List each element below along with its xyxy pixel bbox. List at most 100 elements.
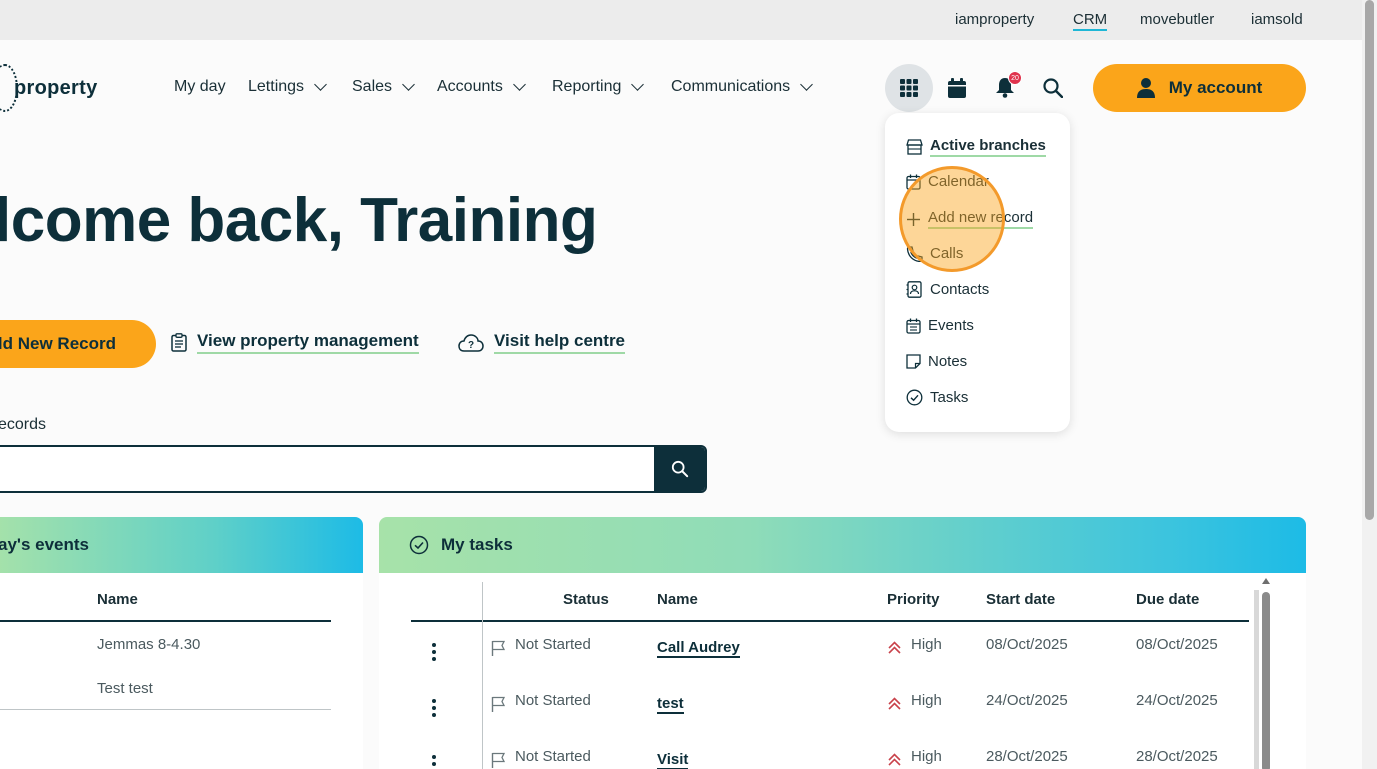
- flag-icon: [491, 696, 506, 712]
- menu-item-label: Contacts: [930, 281, 990, 298]
- menu-item-label: Notes: [928, 353, 968, 370]
- flag-icon: [491, 752, 506, 768]
- nav-my-day[interactable]: My day: [174, 78, 226, 96]
- menu-item-contacts[interactable]: Contacts: [906, 281, 989, 298]
- add-new-record-button[interactable]: ld New Record: [0, 320, 156, 368]
- search-icon: [1043, 78, 1063, 98]
- priority-high-icon: [888, 753, 901, 766]
- nav-label: Sales: [352, 78, 393, 95]
- nav-reporting[interactable]: Reporting: [552, 78, 645, 96]
- search-submit-button[interactable]: [654, 447, 705, 491]
- menu-item-notes[interactable]: Notes: [906, 353, 967, 370]
- chevron-down-icon: [512, 78, 526, 91]
- search-records-label: ecords: [0, 416, 47, 433]
- events-table-bottom-divider: [0, 709, 331, 710]
- tasks-priority-header[interactable]: Priority: [887, 591, 940, 608]
- calendar-icon: [948, 78, 966, 98]
- page-scrollbar[interactable]: [1362, 0, 1377, 769]
- apps-dropdown-menu: [885, 113, 1070, 432]
- nav-accounts[interactable]: Accounts: [437, 78, 526, 96]
- task-due-date: 08/Oct/2025: [1136, 636, 1218, 653]
- priority-high-icon: [888, 641, 901, 654]
- branch-store-icon: [906, 139, 923, 155]
- nav-lettings[interactable]: Lettings: [248, 78, 327, 96]
- search-icon: [671, 460, 688, 478]
- row-actions-menu-icon[interactable]: [432, 643, 436, 664]
- nav-label: Lettings: [248, 78, 305, 95]
- menu-item-events[interactable]: Events: [906, 317, 974, 334]
- scrollbar-thumb[interactable]: [1365, 0, 1374, 520]
- menu-item-label: Active branches: [930, 137, 1046, 157]
- tasks-header-divider: [411, 620, 1249, 622]
- logo[interactable]: property: [0, 64, 98, 112]
- nav-sales[interactable]: Sales: [352, 78, 415, 96]
- task-name-link[interactable]: Visit: [657, 752, 689, 769]
- menu-item-label: Tasks: [930, 389, 969, 406]
- task-name-link[interactable]: test: [657, 696, 684, 714]
- events-panel-title: ay's events: [0, 535, 89, 554]
- menu-item-active-branches[interactable]: Active branches: [906, 137, 1046, 157]
- page-title: lcome back, Training: [0, 186, 598, 255]
- tasks-panel-title: My tasks: [441, 535, 513, 554]
- check-circle-icon: [906, 389, 923, 406]
- menu-item-label: Events: [928, 317, 974, 334]
- task-status: Not Started: [515, 748, 591, 765]
- events-name-header[interactable]: Name: [97, 591, 138, 608]
- svg-text:?: ?: [468, 340, 474, 351]
- task-due-date: 24/Oct/2025: [1136, 692, 1218, 709]
- task-name-link[interactable]: Call Audrey: [657, 640, 740, 658]
- add-new-record-label: ld New Record: [0, 334, 116, 353]
- event-row[interactable]: Jemmas 8-4.30: [97, 636, 200, 653]
- task-start-date: 24/Oct/2025: [986, 692, 1068, 709]
- visit-help-centre-link[interactable]: ? Visit help centre: [458, 331, 626, 354]
- tasks-name-header[interactable]: Name: [657, 591, 698, 608]
- events-calendar-icon: [906, 318, 921, 334]
- view-property-management-label: View property management: [197, 331, 419, 354]
- scroll-up-arrow-icon[interactable]: [1261, 577, 1271, 585]
- tasks-column-divider: [482, 582, 483, 769]
- event-row[interactable]: Test test: [97, 680, 153, 697]
- product-link-crm[interactable]: CRM: [1073, 11, 1108, 31]
- tasks-start-date-header[interactable]: Start date: [986, 591, 1055, 608]
- row-actions-menu-icon[interactable]: [432, 755, 436, 769]
- notification-badge: 20: [1008, 71, 1022, 85]
- task-priority: High: [911, 692, 942, 709]
- search-button[interactable]: [1029, 64, 1077, 112]
- user-icon: [1136, 78, 1155, 98]
- task-priority: High: [911, 636, 942, 653]
- note-icon: [906, 354, 921, 369]
- apps-menu-button[interactable]: [885, 64, 933, 112]
- click-highlight-marker: [899, 166, 1005, 272]
- chevron-down-icon: [314, 78, 327, 91]
- notifications-button[interactable]: 20: [981, 64, 1029, 112]
- calendar-button[interactable]: [933, 64, 981, 112]
- task-start-date: 28/Oct/2025: [986, 748, 1068, 765]
- view-property-management-link[interactable]: View property management: [171, 331, 419, 354]
- tasks-scroll-track[interactable]: [1254, 590, 1259, 769]
- task-status: Not Started: [515, 636, 591, 653]
- cloud-help-icon: ?: [458, 333, 484, 352]
- search-records-input[interactable]: [0, 445, 707, 493]
- nav-communications[interactable]: Communications: [671, 78, 814, 96]
- tasks-panel-header: My tasks: [379, 517, 1306, 573]
- product-link-iamsold[interactable]: iamsold: [1251, 11, 1303, 28]
- chevron-down-icon: [800, 78, 814, 91]
- task-start-date: 08/Oct/2025: [986, 636, 1068, 653]
- row-actions-menu-icon[interactable]: [432, 699, 436, 720]
- events-panel-header: ay's events: [0, 517, 363, 573]
- grid-icon: [900, 79, 918, 97]
- nav-label: Reporting: [552, 78, 622, 95]
- check-circle-icon: [409, 535, 429, 555]
- task-status: Not Started: [515, 692, 591, 709]
- product-link-movebutler[interactable]: movebutler: [1140, 11, 1214, 28]
- task-priority: High: [911, 748, 942, 765]
- menu-item-tasks[interactable]: Tasks: [906, 389, 968, 406]
- visit-help-centre-label: Visit help centre: [494, 331, 626, 354]
- my-account-button[interactable]: My account: [1093, 64, 1306, 112]
- priority-high-icon: [888, 697, 901, 710]
- product-link-iamproperty[interactable]: iamproperty: [955, 11, 1034, 28]
- tasks-due-date-header[interactable]: Due date: [1136, 591, 1199, 608]
- nav-label: Accounts: [437, 78, 503, 95]
- tasks-scroll-thumb[interactable]: [1262, 592, 1270, 769]
- tasks-status-header[interactable]: Status: [563, 591, 609, 608]
